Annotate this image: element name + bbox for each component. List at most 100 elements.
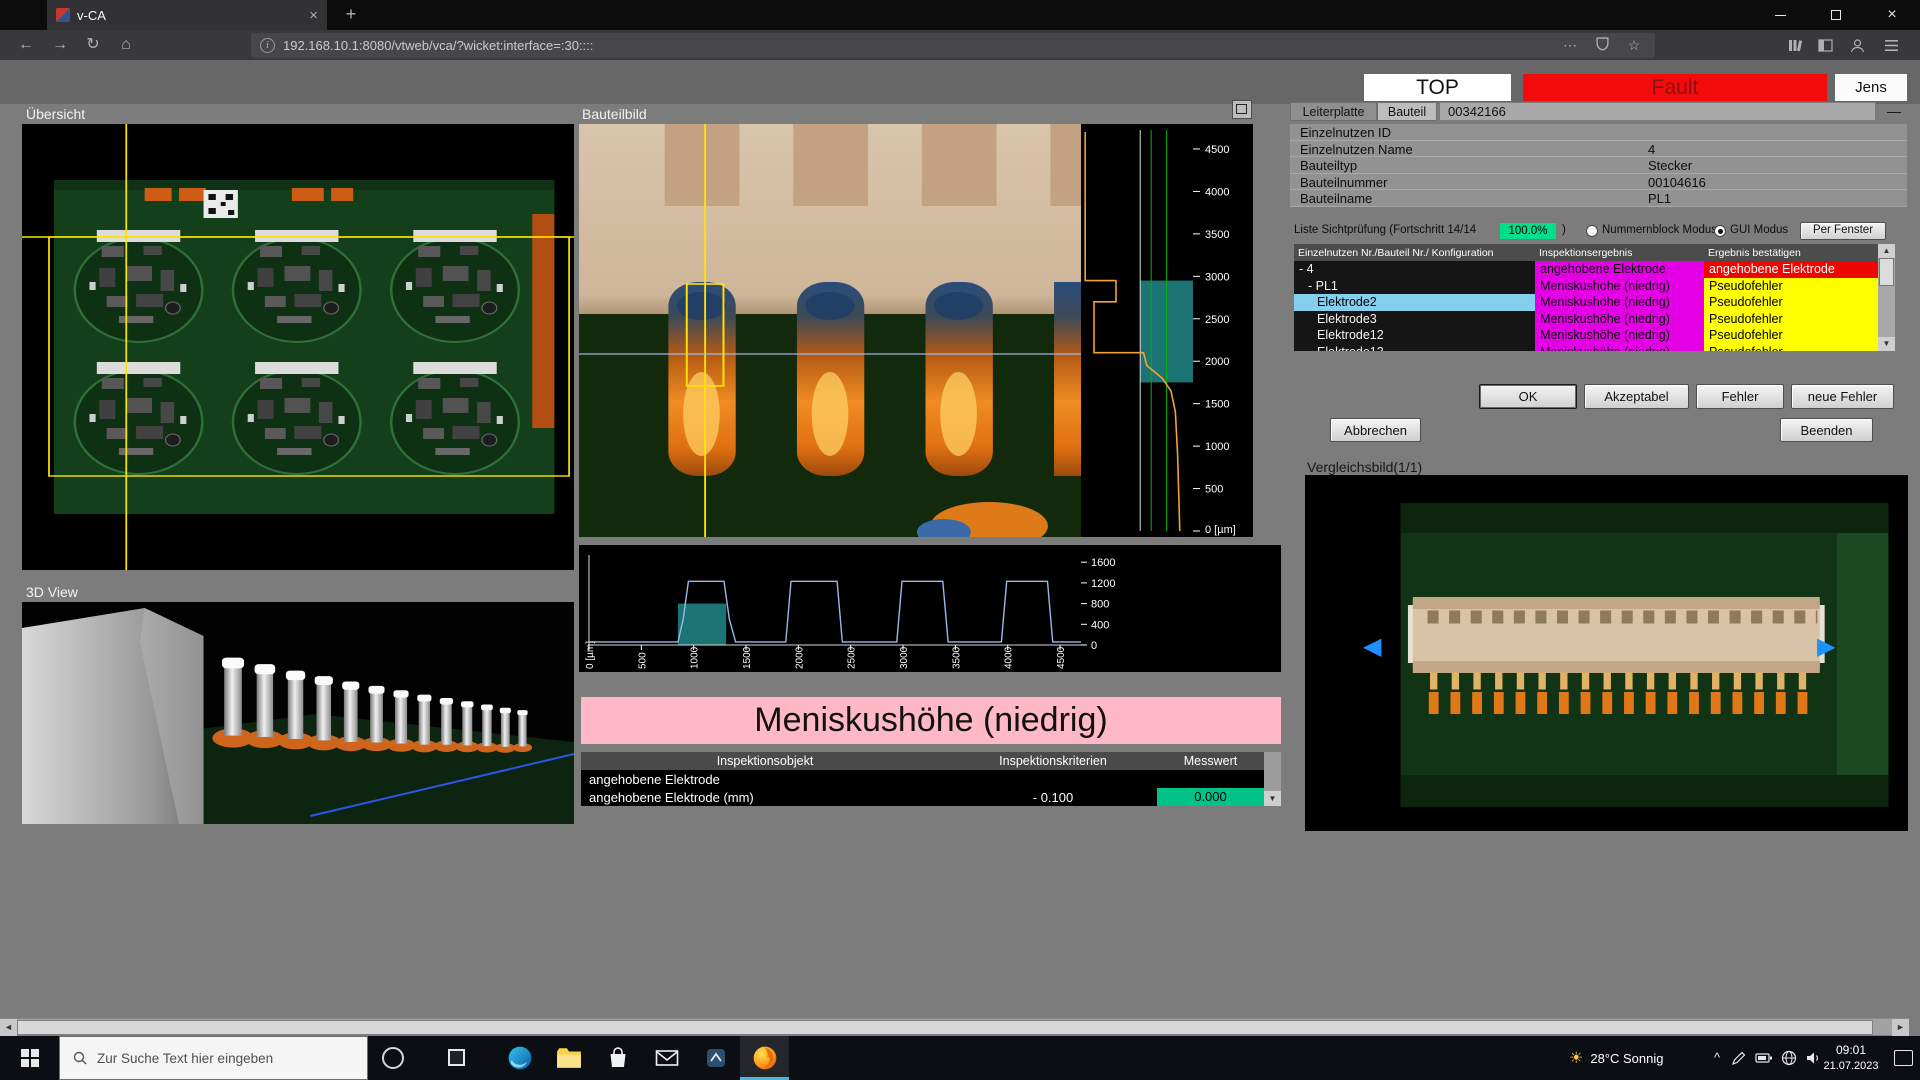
browser-tab[interactable]: v-CA × [47, 0, 327, 30]
inspection-row-confirm: Pseudofehler [1704, 294, 1878, 311]
inspection-row[interactable]: - PL1Meniskushöhe (niedrig)Pseudofehler [1294, 278, 1878, 295]
bookmark-star-icon[interactable]: ☆ [1622, 37, 1646, 54]
svg-text:4000: 4000 [1004, 646, 1015, 669]
taskbar-search-input[interactable]: Zur Suche Text hier eingeben [59, 1036, 368, 1080]
window-minimize-button[interactable] [1752, 0, 1808, 30]
taskbar-clock[interactable]: 09:01 21.07.2023 [1814, 1042, 1888, 1074]
action-center-icon[interactable] [1894, 1050, 1913, 1066]
svg-text:500: 500 [1205, 484, 1223, 496]
store-taskbar-icon[interactable] [593, 1036, 642, 1080]
scroll-up-icon[interactable]: ▲ [1878, 244, 1895, 258]
svg-text:3000: 3000 [899, 646, 910, 669]
inspection-row-result: angehobene Elektrode [1535, 261, 1704, 278]
scroll-right-icon[interactable]: ► [1892, 1019, 1909, 1036]
info-field-value: Stecker [1648, 158, 1692, 173]
numpad-mode-radio[interactable] [1586, 225, 1598, 237]
per-fenster-button[interactable]: Per Fenster [1800, 222, 1886, 240]
tab-leiterplatte[interactable]: Leiterplatte [1290, 102, 1377, 121]
fehler-button[interactable]: Fehler [1696, 384, 1784, 409]
sidebar-icon[interactable] [1812, 33, 1838, 58]
site-info-icon[interactable]: i [260, 38, 275, 53]
tab-bauteil[interactable]: Bauteil [1377, 102, 1437, 121]
compare-next-button[interactable]: ▶ [1817, 635, 1835, 659]
firefox-taskbar-icon[interactable] [740, 1036, 789, 1080]
scroll-left-icon[interactable]: ◄ [0, 1019, 17, 1036]
view3d-image[interactable] [22, 602, 574, 824]
neue-fehler-button[interactable]: neue Fehler [1791, 384, 1894, 409]
page-actions-icon[interactable]: ⋯ [1558, 37, 1582, 54]
explorer-taskbar-icon[interactable] [544, 1036, 593, 1080]
task-view-icon[interactable] [448, 1049, 465, 1066]
svg-text:4000: 4000 [1205, 186, 1229, 198]
inspection-row[interactable]: Elektrode12Meniskushöhe (niedrig)Pseudof… [1294, 327, 1878, 344]
app-header: TOP Fault Jens [0, 60, 1920, 104]
inspection-row-result: Meniskushöhe (niedrig) [1535, 294, 1704, 311]
view3d-panel-title: 3D View [26, 584, 78, 600]
start-button[interactable] [0, 1036, 59, 1080]
component-image[interactable] [579, 124, 1081, 537]
back-icon[interactable]: ← [12, 32, 40, 58]
weather-widget[interactable]: ☀ 28°C Sonnig [1569, 1036, 1663, 1080]
inspection-row-name[interactable]: Elektrode13 [1294, 344, 1535, 352]
mail-taskbar-icon[interactable] [642, 1036, 691, 1080]
board-id-field[interactable]: 00342166 [1439, 102, 1876, 121]
svg-text:1000: 1000 [690, 646, 701, 669]
compare-prev-button[interactable]: ◀ [1363, 635, 1381, 659]
search-placeholder: Zur Suche Text hier eingeben [97, 1051, 273, 1066]
scroll-thumb[interactable] [1879, 258, 1894, 286]
battery-icon[interactable] [1755, 1049, 1773, 1067]
library-icon[interactable] [1782, 33, 1808, 58]
panel-minimize-button[interactable]: — [1881, 102, 1907, 121]
page-scroll-thumb[interactable] [17, 1020, 1873, 1035]
window-close-button[interactable]: × [1864, 0, 1920, 30]
menu-icon[interactable] [1878, 33, 1904, 58]
progress-label-suffix: ) [1562, 224, 1566, 236]
inspection-row-name[interactable]: Elektrode12 [1294, 327, 1535, 344]
account-icon[interactable] [1844, 33, 1870, 58]
overview-image[interactable] [22, 124, 574, 570]
inspection-row[interactable]: Elektrode13Meniskushöhe (niedrig)Pseudof… [1294, 344, 1878, 352]
inspection-row[interactable]: Elektrode3Meniskushöhe (niedrig)Pseudofe… [1294, 311, 1878, 328]
forward-icon[interactable]: → [46, 32, 74, 58]
open-window-icon[interactable] [1232, 100, 1252, 119]
home-icon[interactable]: ⌂ [112, 32, 140, 58]
edge-taskbar-icon[interactable] [495, 1036, 544, 1080]
pocket-icon[interactable] [1590, 37, 1614, 54]
inspection-row[interactable]: Elektrode2Meniskushöhe (niedrig)Pseudofe… [1294, 294, 1878, 311]
system-tray [1730, 1049, 1823, 1067]
view-top-button[interactable]: TOP [1364, 74, 1511, 101]
abbrechen-button[interactable]: Abbrechen [1330, 418, 1421, 442]
inspection-row[interactable]: - 4angehobene Elektrodeangehobene Elektr… [1294, 261, 1878, 278]
url-bar[interactable]: i 192.168.10.1:8080/vtweb/vca/?wicket:in… [251, 33, 1655, 58]
page-horizontal-scrollbar[interactable]: ◄ ► [0, 1018, 1909, 1035]
measurement-scroll-down-icon[interactable]: ▼ [1264, 791, 1281, 806]
cortana-icon[interactable] [382, 1047, 404, 1069]
ok-button[interactable]: OK [1479, 384, 1577, 409]
inspection-row-name[interactable]: - 4 [1294, 261, 1535, 278]
inspection-row-name[interactable]: Elektrode3 [1294, 311, 1535, 328]
reload-icon[interactable]: ↻ [79, 32, 107, 58]
svg-text:1600: 1600 [1091, 557, 1115, 569]
inspection-row-name[interactable]: - PL1 [1294, 278, 1535, 295]
info-field-label: Einzelnutzen ID [1300, 125, 1391, 140]
screen: v-CA × + × ← → ↻ ⌂ i 192.168.10.1:8080/v… [0, 0, 1920, 1080]
measurement-criteria: - 0.100 [949, 790, 1157, 805]
beenden-button[interactable]: Beenden [1780, 418, 1873, 442]
compare-image[interactable]: ◀ ▶ [1305, 475, 1908, 831]
stylus-icon[interactable] [1730, 1049, 1748, 1067]
app-taskbar-icon[interactable] [691, 1036, 740, 1080]
inspection-scrollbar[interactable]: ▲ ▼ [1878, 244, 1895, 351]
window-maximize-button[interactable] [1808, 0, 1864, 30]
svg-text:1500: 1500 [1205, 399, 1229, 411]
tab-close-icon[interactable]: × [309, 7, 318, 24]
profile-chart-vertical: 450040003500300025002000150010005000 [µm… [1081, 124, 1253, 537]
inspection-row-name[interactable]: Elektrode2 [1294, 294, 1535, 311]
network-icon[interactable] [1780, 1049, 1798, 1067]
info-field-value: 00104616 [1648, 175, 1706, 190]
gui-mode-radio[interactable] [1714, 225, 1726, 237]
tray-expand-icon[interactable]: ^ [1706, 1036, 1728, 1080]
akzeptabel-button[interactable]: Akzeptabel [1584, 384, 1689, 409]
measurement-value: 0.000 [1157, 788, 1264, 806]
scroll-down-icon[interactable]: ▼ [1878, 337, 1895, 351]
new-tab-button[interactable]: + [338, 3, 364, 27]
